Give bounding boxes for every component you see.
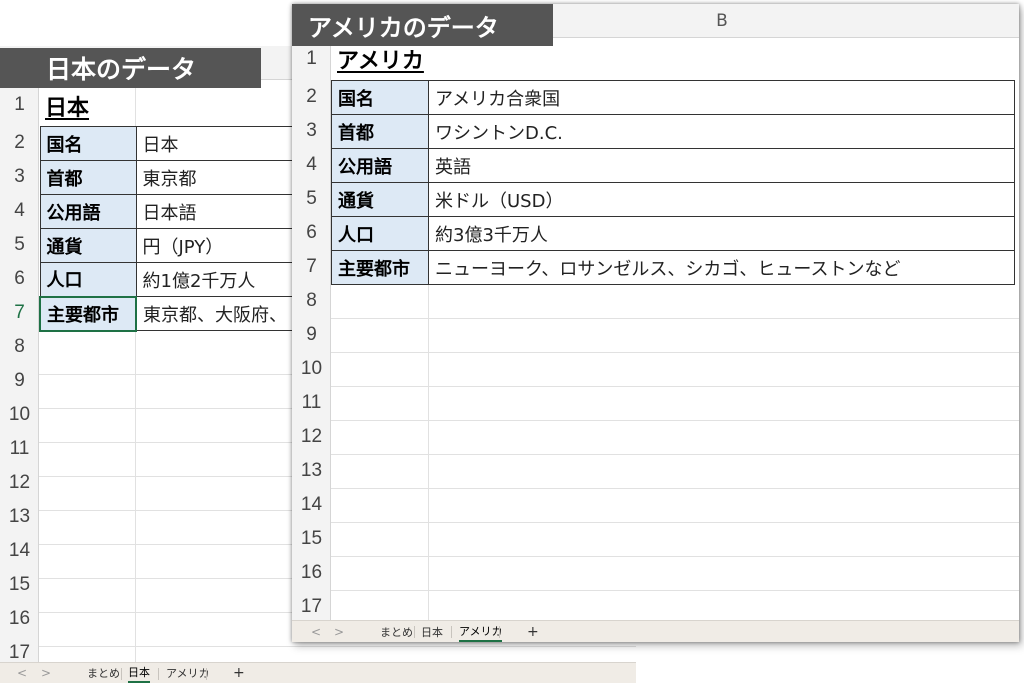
row-number[interactable]: 2 <box>292 80 331 114</box>
sheet-banner: 日本のデータ <box>0 48 261 88</box>
next-sheet-arrow[interactable]: > <box>334 621 344 642</box>
label-cell[interactable]: 首都 <box>331 114 429 149</box>
row-number[interactable]: 9 <box>292 318 331 352</box>
row-number[interactable]: 12 <box>0 466 39 500</box>
row-number[interactable]: 17 <box>292 590 331 624</box>
row-number[interactable]: 4 <box>0 194 39 228</box>
table-row: 国名 アメリカ合衆国 <box>331 80 1015 115</box>
row-number[interactable]: 7 <box>292 250 331 284</box>
value-cell[interactable]: 米ドル（USD） <box>428 182 1015 217</box>
row-number[interactable]: 16 <box>0 602 39 636</box>
prev-sheet-arrow[interactable]: < <box>17 663 27 683</box>
label-cell[interactable]: 国名 <box>331 80 429 115</box>
value-cell[interactable]: アメリカ合衆国 <box>428 80 1015 115</box>
tab-summary[interactable]: まとめ <box>380 621 413 642</box>
label-cell[interactable]: 通貨 <box>39 228 137 263</box>
prev-sheet-arrow[interactable]: < <box>311 621 321 642</box>
tab-america[interactable]: アメリカ <box>166 663 209 683</box>
next-sheet-arrow[interactable]: > <box>41 663 51 683</box>
label-cell[interactable]: 人口 <box>331 216 429 251</box>
value-cell[interactable]: 英語 <box>428 148 1015 183</box>
sheet-title[interactable]: 日本 <box>45 88 89 124</box>
row-number[interactable]: 11 <box>0 432 39 466</box>
tab-japan[interactable]: 日本 <box>421 621 443 642</box>
table-row: 公用語 英語 <box>331 148 1015 183</box>
row-number[interactable]: 3 <box>292 114 331 148</box>
table-row: 主要都市 ニューヨーク、ロサンゼルス、シカゴ、ヒューストンなど <box>331 250 1015 285</box>
country-data-table: 国名 アメリカ合衆国 首都 ワシントンD.C. 公用語 英語 通貨 米ドル（US… <box>331 80 1015 285</box>
label-cell[interactable]: 公用語 <box>39 194 137 229</box>
label-cell[interactable]: 主要都市 <box>331 250 429 285</box>
row-number[interactable]: 11 <box>292 386 331 420</box>
row-number[interactable]: 6 <box>0 262 39 296</box>
column-header-b[interactable]: B <box>692 4 752 37</box>
label-cell[interactable]: 公用語 <box>331 148 429 183</box>
row-number[interactable]: 10 <box>292 352 331 386</box>
value-cell[interactable]: ニューヨーク、ロサンゼルス、シカゴ、ヒューストンなど <box>428 250 1015 285</box>
row-number[interactable]: 12 <box>292 420 331 454</box>
row-number[interactable]: 16 <box>292 556 331 590</box>
label-cell[interactable]: 国名 <box>39 126 137 161</box>
row-number[interactable]: 8 <box>292 284 331 318</box>
row-number[interactable]: 5 <box>292 182 331 216</box>
table-row: 通貨 米ドル（USD） <box>331 182 1015 217</box>
selected-label-cell[interactable]: 主要都市 <box>39 295 137 332</box>
row-number[interactable]: 15 <box>0 568 39 602</box>
sheet-tab-bar: < > まとめ 日本 アメリカ + <box>292 620 1019 642</box>
row-number[interactable]: 3 <box>0 160 39 194</box>
row-number[interactable]: 10 <box>0 398 39 432</box>
row-number[interactable]: 14 <box>0 534 39 568</box>
row-number[interactable]: 6 <box>292 216 331 250</box>
table-row: 首都 ワシントンD.C. <box>331 114 1015 149</box>
row-number[interactable]: 14 <box>292 488 331 522</box>
tab-america[interactable]: アメリカ <box>459 621 503 642</box>
row-number[interactable]: 4 <box>292 148 331 182</box>
label-cell[interactable]: 首都 <box>39 160 137 195</box>
row-number[interactable]: 13 <box>292 454 331 488</box>
label-cell[interactable]: 通貨 <box>331 182 429 217</box>
value-cell[interactable]: 約3億3千万人 <box>428 216 1015 251</box>
row-number[interactable]: 2 <box>0 126 39 160</box>
usa-sheet-window: B 1 2 3 4 5 6 7 8 9 10 11 12 13 14 15 16… <box>292 4 1019 642</box>
sheet-title[interactable]: アメリカ <box>337 42 424 76</box>
row-number[interactable]: 8 <box>0 330 39 364</box>
tab-japan[interactable]: 日本 <box>128 663 150 683</box>
row-number[interactable]: 9 <box>0 364 39 398</box>
tab-summary[interactable]: まとめ <box>87 663 120 683</box>
row-number[interactable]: 1 <box>0 88 39 122</box>
row-number[interactable]: 15 <box>292 522 331 556</box>
add-sheet-button[interactable]: + <box>233 663 245 683</box>
value-cell[interactable]: ワシントンD.C. <box>428 114 1015 149</box>
table-row: 人口 約3億3千万人 <box>331 216 1015 251</box>
row-number[interactable]: 13 <box>0 500 39 534</box>
row-number[interactable]: 7 <box>0 296 39 330</box>
row-number[interactable]: 1 <box>292 42 331 76</box>
add-sheet-button[interactable]: + <box>527 621 539 642</box>
sheet-tab-bar: < > まとめ 日本 アメリカ + <box>0 662 636 683</box>
row-number[interactable]: 5 <box>0 228 39 262</box>
sheet-banner: アメリカのデータ <box>292 4 553 46</box>
label-cell[interactable]: 人口 <box>39 262 137 297</box>
